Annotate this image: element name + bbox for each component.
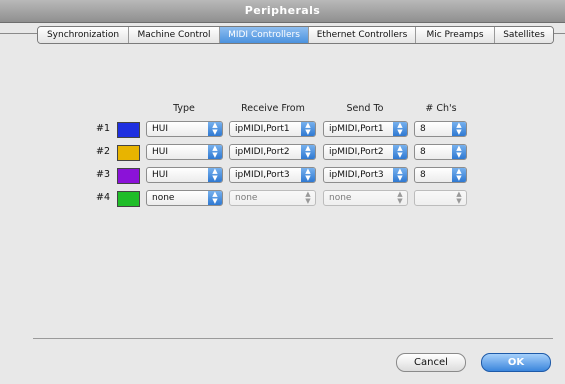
popup-arrows-icon: ▲ ▼: [452, 122, 466, 136]
type-popup[interactable]: none ▲ ▼: [146, 190, 223, 206]
tab-machine-control[interactable]: Machine Control: [129, 27, 220, 43]
cancel-button[interactable]: Cancel: [396, 353, 466, 372]
tab-ethernet-controllers[interactable]: Ethernet Controllers: [309, 27, 416, 43]
popup-arrows-icon: ▲ ▼: [393, 122, 407, 136]
peripherals-window: Peripherals Synchronization Machine Cont…: [0, 0, 565, 384]
channels-popup[interactable]: 8 ▲ ▼: [414, 121, 467, 137]
popup-arrows-icon: ▲ ▼: [208, 191, 222, 205]
popup-arrows-icon: ▲ ▼: [393, 168, 407, 182]
send-to-popup[interactable]: ipMIDI,Port3 ▲ ▼: [323, 167, 408, 183]
midi-controllers-panel: Type Receive From Send To # Ch's #1 HUI …: [0, 44, 565, 384]
send-to-popup[interactable]: ipMIDI,Port1 ▲ ▼: [323, 121, 408, 137]
ok-button[interactable]: OK: [481, 353, 551, 372]
controller-row-1: #1 HUI ▲ ▼ ipMIDI,Port1 ▲ ▼ ipMIDI,Port1 ▲…: [0, 121, 565, 138]
popup-arrows-icon: ▲ ▼: [452, 168, 466, 182]
type-popup[interactable]: HUI ▲ ▼: [146, 167, 223, 183]
row-label: #4: [95, 192, 110, 203]
tab-bar: Synchronization Machine Control MIDI Con…: [0, 22, 565, 44]
popup-arrows-icon: ▲ ▼: [301, 168, 315, 182]
popup-arrows-icon: ▲ ▼: [456, 190, 462, 205]
column-header-type: Type: [173, 103, 195, 114]
type-popup[interactable]: HUI ▲ ▼: [146, 121, 223, 137]
controller-row-2: #2 HUI ▲ ▼ ipMIDI,Port2 ▲ ▼ ipMIDI,Port2 ▲…: [0, 144, 565, 161]
title-bar[interactable]: Peripherals: [0, 0, 565, 23]
channels-popup[interactable]: 8 ▲ ▼: [414, 167, 467, 183]
send-to-popup[interactable]: ipMIDI,Port2 ▲ ▼: [323, 144, 408, 160]
row-label: #2: [95, 146, 110, 157]
column-header-channels: # Ch's: [425, 103, 457, 114]
popup-arrows-icon: ▲ ▼: [208, 168, 222, 182]
send-to-popup: none ▲ ▼: [323, 190, 408, 206]
type-popup[interactable]: HUI ▲ ▼: [146, 144, 223, 160]
tab-satellites[interactable]: Satellites: [495, 27, 553, 43]
controller-row-3: #3 HUI ▲ ▼ ipMIDI,Port3 ▲ ▼ ipMIDI,Port3 ▲…: [0, 167, 565, 184]
receive-from-popup[interactable]: ipMIDI,Port2 ▲ ▼: [229, 144, 316, 160]
tab-midi-controllers[interactable]: MIDI Controllers: [220, 27, 309, 43]
popup-arrows-icon: ▲ ▼: [208, 145, 222, 159]
controller-color-swatch[interactable]: [117, 191, 140, 207]
receive-from-popup: none ▲ ▼: [229, 190, 316, 206]
tab-group: Synchronization Machine Control MIDI Con…: [37, 26, 554, 44]
tab-synchronization[interactable]: Synchronization: [38, 27, 129, 43]
controller-row-4: #4 none ▲ ▼ none ▲ ▼ none ▲ ▼ ▲ ▼: [0, 190, 565, 207]
row-label: #1: [95, 123, 110, 134]
channels-popup: ▲ ▼: [414, 190, 467, 206]
divider: [33, 338, 553, 339]
popup-arrows-icon: ▲ ▼: [301, 145, 315, 159]
controller-color-swatch[interactable]: [117, 145, 140, 161]
popup-arrows-icon: ▲ ▼: [301, 122, 315, 136]
tab-mic-preamps[interactable]: Mic Preamps: [416, 27, 495, 43]
controller-color-swatch[interactable]: [117, 122, 140, 138]
popup-arrows-icon: ▲ ▼: [397, 190, 403, 205]
channels-popup[interactable]: 8 ▲ ▼: [414, 144, 467, 160]
receive-from-popup[interactable]: ipMIDI,Port3 ▲ ▼: [229, 167, 316, 183]
popup-arrows-icon: ▲ ▼: [393, 145, 407, 159]
column-header-send-to: Send To: [346, 103, 384, 114]
column-header-receive-from: Receive From: [241, 103, 305, 114]
popup-arrows-icon: ▲ ▼: [208, 122, 222, 136]
receive-from-popup[interactable]: ipMIDI,Port1 ▲ ▼: [229, 121, 316, 137]
controller-color-swatch[interactable]: [117, 168, 140, 184]
row-label: #3: [95, 169, 110, 180]
popup-arrows-icon: ▲ ▼: [452, 145, 466, 159]
window-title: Peripherals: [244, 4, 321, 17]
popup-arrows-icon: ▲ ▼: [305, 190, 311, 205]
